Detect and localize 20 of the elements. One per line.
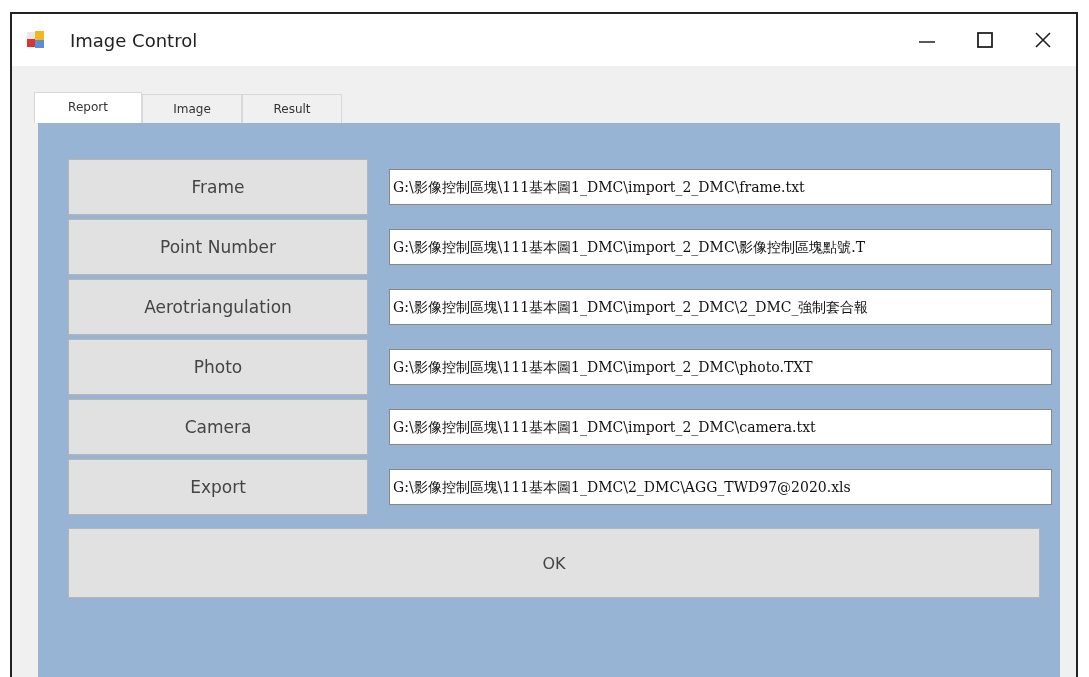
window-title: Image Control [70, 29, 198, 51]
maximize-icon[interactable] [976, 31, 994, 49]
action-button[interactable]: Point Number [68, 219, 368, 275]
path-field[interactable]: G:\影像控制區塊\111基本圖1_DMC\import_2_DMC\camera.txt [389, 409, 1052, 445]
tab[interactable]: Report [34, 92, 142, 123]
close-icon[interactable] [1034, 31, 1052, 49]
action-button[interactable]: Camera [68, 399, 368, 455]
path-field[interactable]: G:\影像控制區塊\111基本圖1_DMC\import_2_DMC\photo.TXT [389, 349, 1052, 385]
path-field[interactable]: G:\影像控制區塊\111基本圖1_DMC\import_2_DMC\影像控制區塊點號.T [389, 229, 1052, 265]
action-button[interactable]: Aerotriangulation [68, 279, 368, 335]
tab[interactable]: Image [142, 94, 242, 123]
action-button[interactable]: Export [68, 459, 368, 515]
path-field[interactable]: G:\影像控制區塊\111基本圖1_DMC\2_DMC\AGG_TWD97@2020.xls [389, 469, 1052, 505]
tab[interactable]: Result [242, 94, 342, 123]
path-field[interactable]: G:\影像控制區塊\111基本圖1_DMC\import_2_DMC\frame.txt [389, 169, 1052, 205]
ok-button[interactable]: OK [68, 528, 1040, 598]
action-button[interactable]: Frame [68, 159, 368, 215]
action-button[interactable]: Photo [68, 339, 368, 395]
app-icon [26, 30, 46, 50]
path-field[interactable]: G:\影像控制區塊\111基本圖1_DMC\import_2_DMC\2_DMC_強制套合報 [389, 289, 1052, 325]
